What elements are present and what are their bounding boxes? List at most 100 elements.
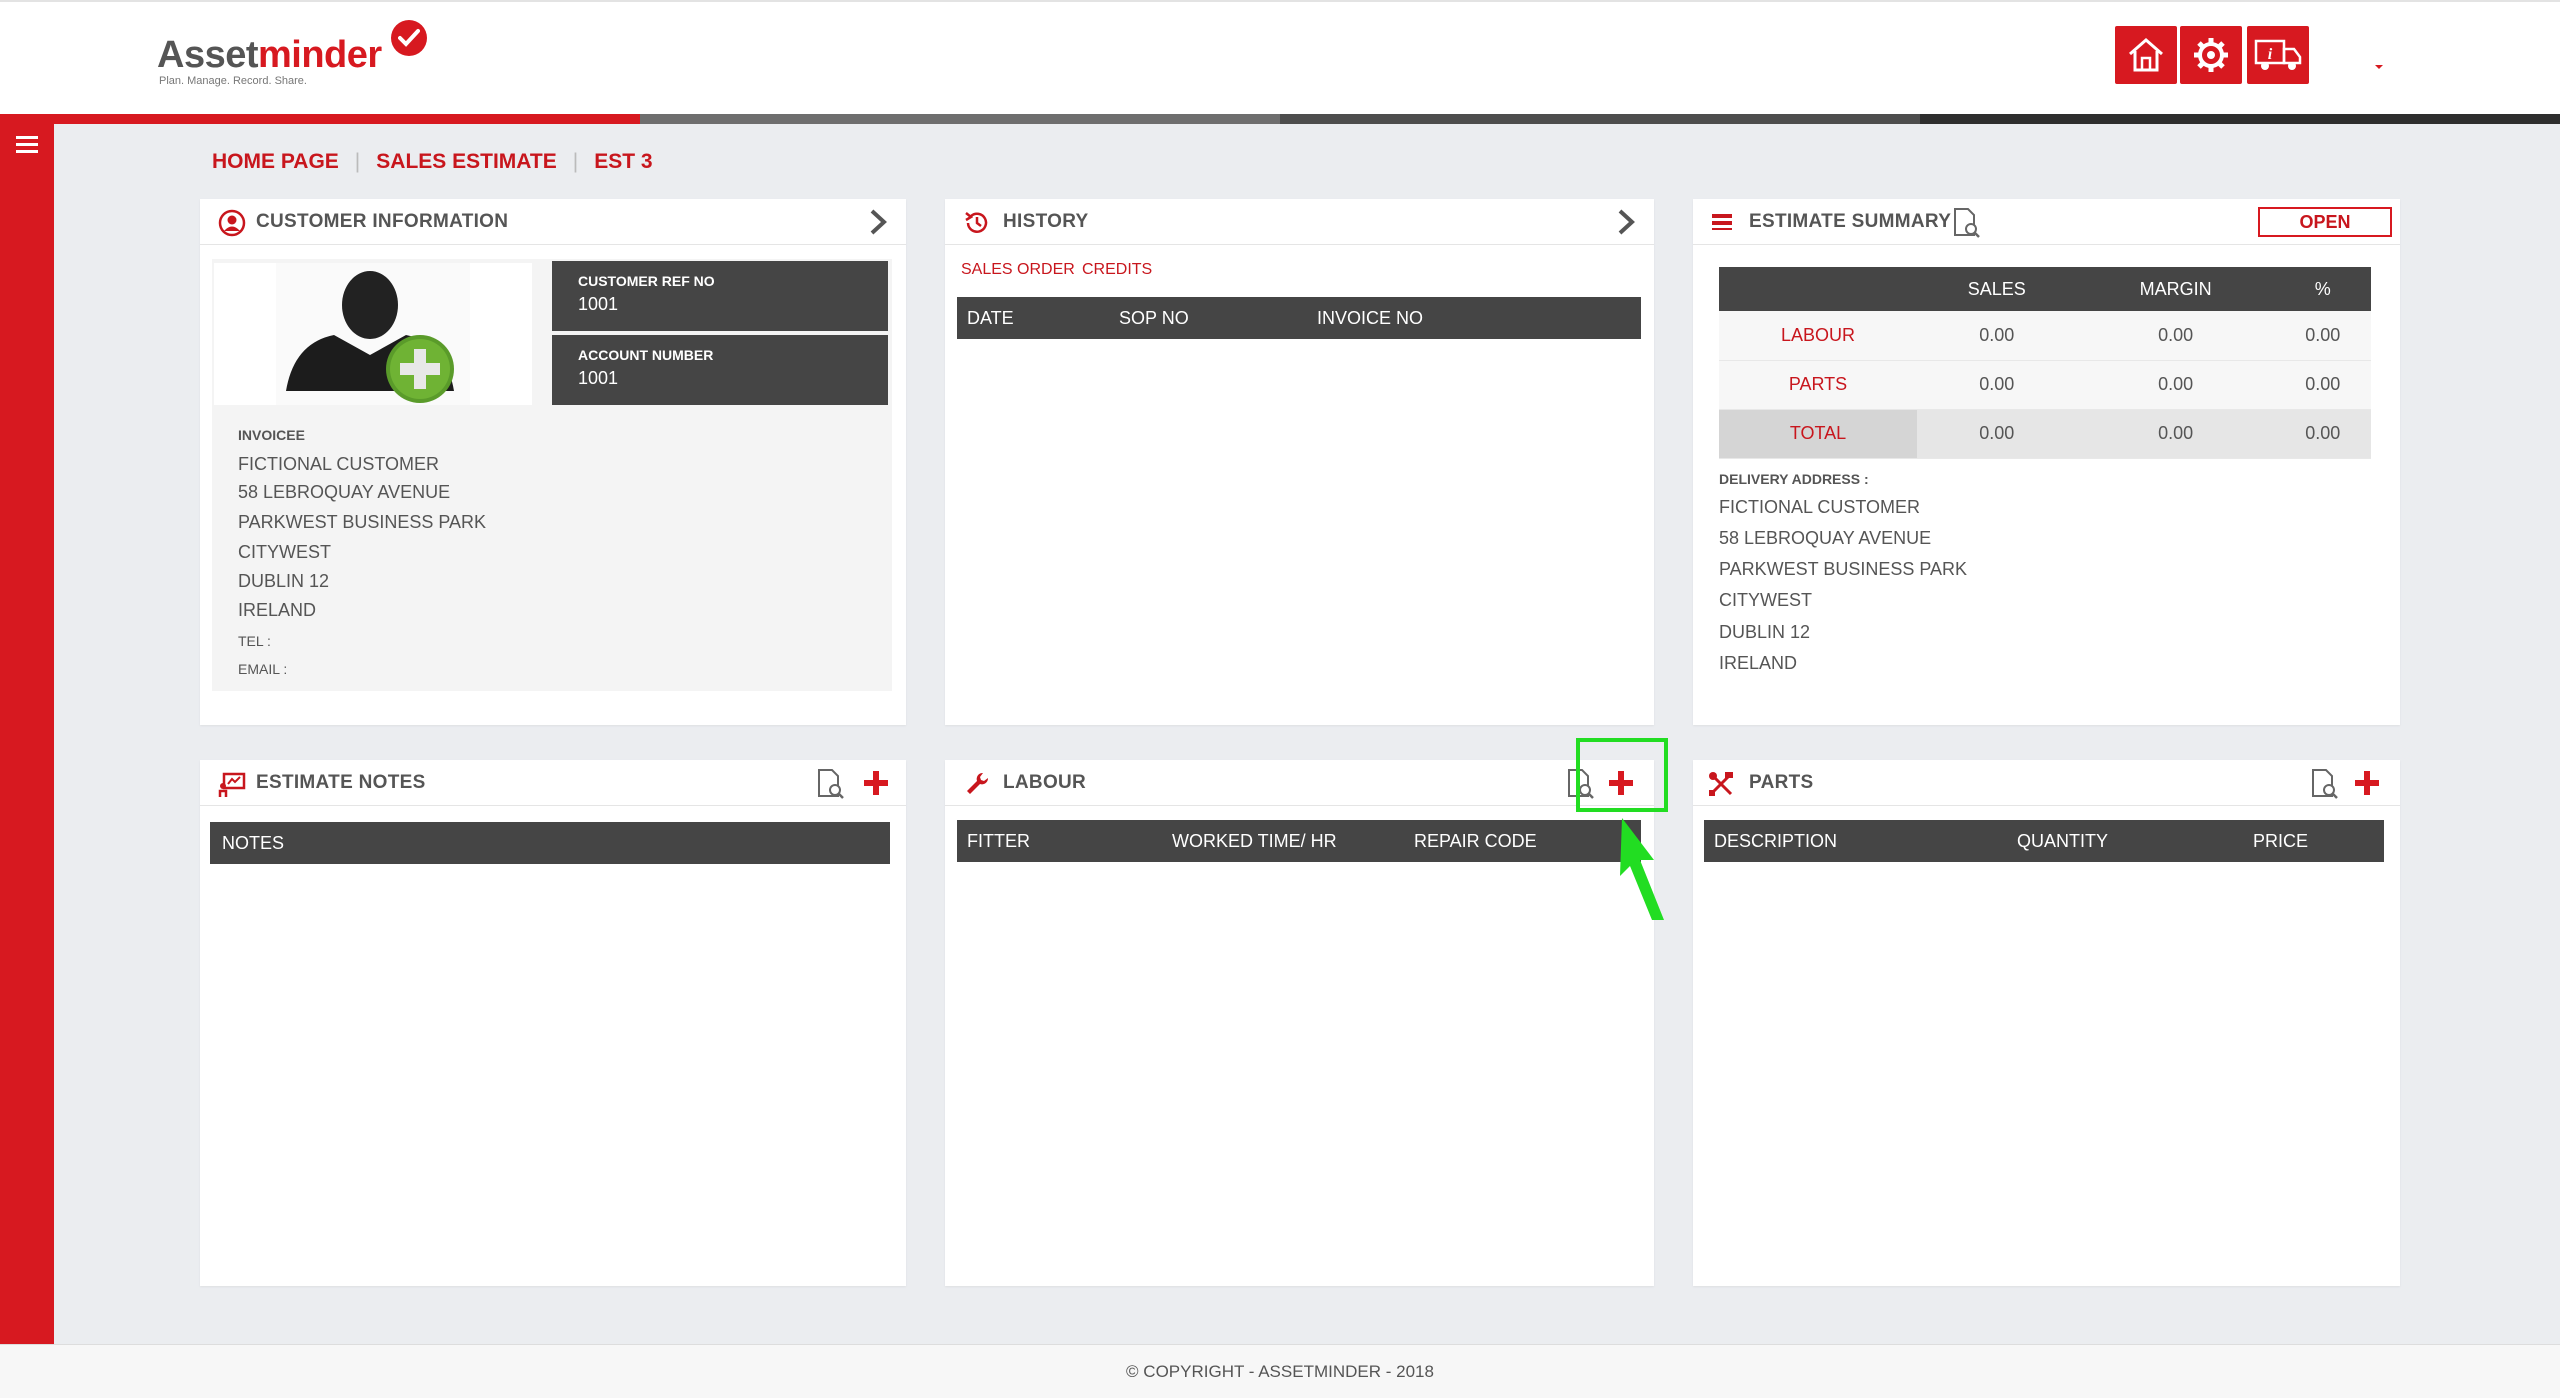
chevron-right-icon[interactable] — [866, 209, 890, 235]
panel-header: HISTORY — [945, 199, 1654, 245]
customer-ref-label: CUSTOMER REF NO — [578, 273, 715, 289]
column-header[interactable]: FITTER — [967, 831, 1030, 852]
tools-icon — [1709, 772, 1733, 796]
add-note-button[interactable] — [862, 768, 890, 798]
footer: © COPYRIGHT - ASSETMINDER - 2018 — [0, 1344, 2560, 1398]
chevron-right-icon[interactable] — [1614, 209, 1638, 235]
left-rail — [0, 124, 54, 1344]
panel-header: ESTIMATE NOTES — [200, 760, 906, 806]
table-header-row: SALES MARGIN % — [1719, 267, 2371, 311]
breadcrumb-current[interactable]: EST 3 — [594, 150, 652, 174]
assetminder-logo[interactable]: Assetminder Plan. Manage. Record. Share. — [157, 20, 437, 90]
parts-table-header: DESCRIPTION QUANTITY PRICE — [1704, 820, 2384, 862]
column-header[interactable]: WORKED TIME/ HR — [1172, 831, 1337, 852]
document-search-icon[interactable] — [815, 768, 845, 800]
progress-segment-2 — [640, 114, 1280, 124]
invoicee-label: INVOICEE — [238, 427, 305, 443]
row-label: PARTS — [1719, 360, 1917, 410]
delivery-line: DUBLIN 12 — [1719, 622, 1811, 642]
delivery-button[interactable]: i — [2247, 26, 2309, 84]
add-user-icon — [276, 263, 470, 405]
home-icon — [2129, 38, 2163, 72]
customer-ref-value: 1001 — [578, 294, 619, 314]
tab-credits[interactable]: CREDITS — [1082, 261, 1152, 279]
progress-segment-4 — [1920, 114, 2560, 124]
column-header[interactable]: REPAIR CODE — [1414, 831, 1537, 852]
panel-title: CUSTOMER INFORMATION — [256, 211, 509, 232]
breadcrumb-section[interactable]: SALES ESTIMATE — [376, 150, 556, 174]
document-search-icon[interactable] — [2309, 768, 2339, 800]
tab-sales-order[interactable]: SALES ORDER — [961, 261, 1075, 279]
status-badge[interactable]: OPEN — [2258, 207, 2392, 237]
row-label: LABOUR — [1719, 311, 1917, 361]
history-table-header: DATE SOP NO INVOICE NO — [957, 297, 1641, 339]
panel-title: ESTIMATE SUMMARY — [1749, 211, 1952, 232]
panel-title: PARTS — [1749, 772, 1814, 793]
user-circle-icon — [218, 209, 246, 237]
top-header: Assetminder Plan. Manage. Record. Share.… — [0, 0, 2560, 114]
logo-wordmark: Assetminder — [157, 34, 382, 76]
panel-header: LABOUR — [945, 760, 1654, 806]
column-header[interactable]: QUANTITY — [2017, 831, 2108, 852]
address-line: IRELAND — [238, 600, 317, 620]
address-line: DUBLIN 12 — [238, 571, 330, 591]
account-number-box: ACCOUNT NUMBER 1001 — [552, 335, 888, 405]
sales-cell: 0.00 — [1917, 409, 2077, 459]
customer-information-panel: CUSTOMER INFORMATION CUSTOMER REF NO 100… — [200, 199, 906, 725]
notes-table-header: NOTES — [210, 822, 890, 864]
column-header: MARGIN — [2076, 267, 2275, 311]
email-label: EMAIL : — [238, 661, 288, 677]
margin-cell: 0.00 — [2076, 409, 2275, 459]
labour-table-header: FITTER WORKED TIME/ HR REPAIR CODE — [957, 820, 1641, 862]
breadcrumb: HOME PAGE | SALES ESTIMATE | EST 3 — [212, 150, 653, 174]
highlight-box — [1576, 738, 1668, 812]
progress-bar — [0, 114, 2560, 124]
logo-tagline: Plan. Manage. Record. Share. — [159, 75, 307, 87]
add-part-button[interactable] — [2353, 768, 2381, 798]
panel-title: HISTORY — [1003, 211, 1089, 232]
address-line: PARKWEST BUSINESS PARK — [238, 512, 487, 532]
panel-header: CUSTOMER INFORMATION — [200, 199, 906, 245]
sales-cell: 0.00 — [1917, 360, 2077, 410]
estimate-summary-panel: ESTIMATE SUMMARY OPEN SALES MARGIN % LAB… — [1693, 199, 2400, 725]
column-header[interactable]: NOTES — [222, 833, 284, 854]
breadcrumb-home[interactable]: HOME PAGE — [212, 150, 339, 174]
checkmark-icon — [391, 20, 427, 56]
column-header[interactable]: INVOICE NO — [1317, 308, 1423, 329]
percent-cell: 0.00 — [2274, 409, 2371, 459]
percent-cell: 0.00 — [2274, 311, 2371, 361]
home-button[interactable] — [2115, 26, 2177, 84]
total-row: TOTAL 0.00 0.00 0.00 — [1719, 409, 2371, 459]
breadcrumb-separator: | — [354, 150, 361, 173]
wrench-icon — [967, 772, 989, 794]
panel-header: ESTIMATE SUMMARY OPEN — [1693, 199, 2400, 245]
column-header[interactable]: DATE — [967, 308, 1014, 329]
column-header[interactable]: DESCRIPTION — [1714, 831, 1837, 852]
account-number-label: ACCOUNT NUMBER — [578, 347, 714, 363]
delivery-line: CITYWEST — [1719, 590, 1812, 610]
hamburger-menu-icon[interactable] — [16, 136, 38, 154]
document-search-icon[interactable] — [1951, 207, 1981, 239]
settings-button[interactable] — [2180, 26, 2242, 84]
sales-cell: 0.00 — [1917, 311, 2077, 361]
column-header[interactable]: SOP NO — [1119, 308, 1189, 329]
address-line: 58 LEBROQUAY AVENUE — [238, 482, 451, 502]
parts-panel: PARTS DESCRIPTION QUANTITY PRICE — [1693, 760, 2400, 1286]
address-line: CITYWEST — [238, 542, 331, 562]
notes-board-icon — [218, 772, 246, 797]
chevron-down-icon[interactable] — [2374, 62, 2384, 72]
progress-segment-3 — [1280, 114, 1920, 124]
address-line: FICTIONAL CUSTOMER — [238, 454, 440, 474]
column-header[interactable]: PRICE — [2253, 831, 2308, 852]
margin-cell: 0.00 — [2076, 311, 2275, 361]
list-icon — [1712, 214, 1732, 230]
delivery-line: IRELAND — [1719, 653, 1798, 673]
row-label: TOTAL — [1719, 409, 1917, 459]
panel-title: LABOUR — [1003, 772, 1087, 793]
delivery-line: FICTIONAL CUSTOMER — [1719, 497, 1921, 517]
customer-avatar[interactable] — [214, 263, 532, 405]
delivery-address-label: DELIVERY ADDRESS : — [1719, 471, 1869, 487]
gear-icon — [2194, 38, 2228, 72]
truck-icon: i — [2254, 39, 2302, 70]
estimate-notes-panel: ESTIMATE NOTES NOTES — [200, 760, 906, 1286]
